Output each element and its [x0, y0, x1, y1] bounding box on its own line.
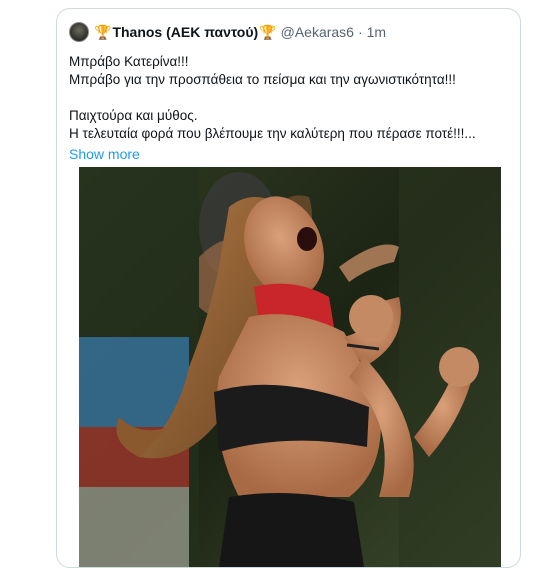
tweet-text-line: Μπράβο Κατερίνα!!! — [69, 54, 189, 69]
tweet-text-line: Μπράβο για την προσπάθεια το πείσμα και … — [69, 72, 456, 87]
avatar[interactable] — [69, 22, 89, 42]
author-handle[interactable]: @Aekaras6 — [281, 24, 354, 40]
trophy-icon-right: 🏆 — [259, 23, 277, 40]
tweet-text-line: Η τελευταία φορά που βλέπουμε την καλύτε… — [69, 126, 476, 141]
trophy-icon-left: 🏆 — [94, 23, 112, 40]
author-display-name[interactable]: Thanos (ΑΕΚ παντού) — [112, 24, 258, 40]
tweet-timestamp[interactable]: 1m — [367, 24, 386, 40]
photo-illustration — [79, 167, 501, 567]
tweet-card[interactable]: 🏆 Thanos (ΑΕΚ παντού) 🏆 @Aekaras6 · 1m Μ… — [56, 8, 521, 568]
tweet-header: 🏆 Thanos (ΑΕΚ παντού) 🏆 @Aekaras6 · 1m — [69, 21, 386, 43]
separator-dot: · — [357, 24, 363, 40]
tweet-text: Μπράβο Κατερίνα!!! Μπράβο για την προσπά… — [69, 53, 509, 163]
show-more-link[interactable]: Show more — [69, 145, 509, 163]
tweet-photo[interactable] — [79, 167, 501, 567]
tweet-text-line: Παιχτούρα και μύθος. — [69, 108, 198, 123]
